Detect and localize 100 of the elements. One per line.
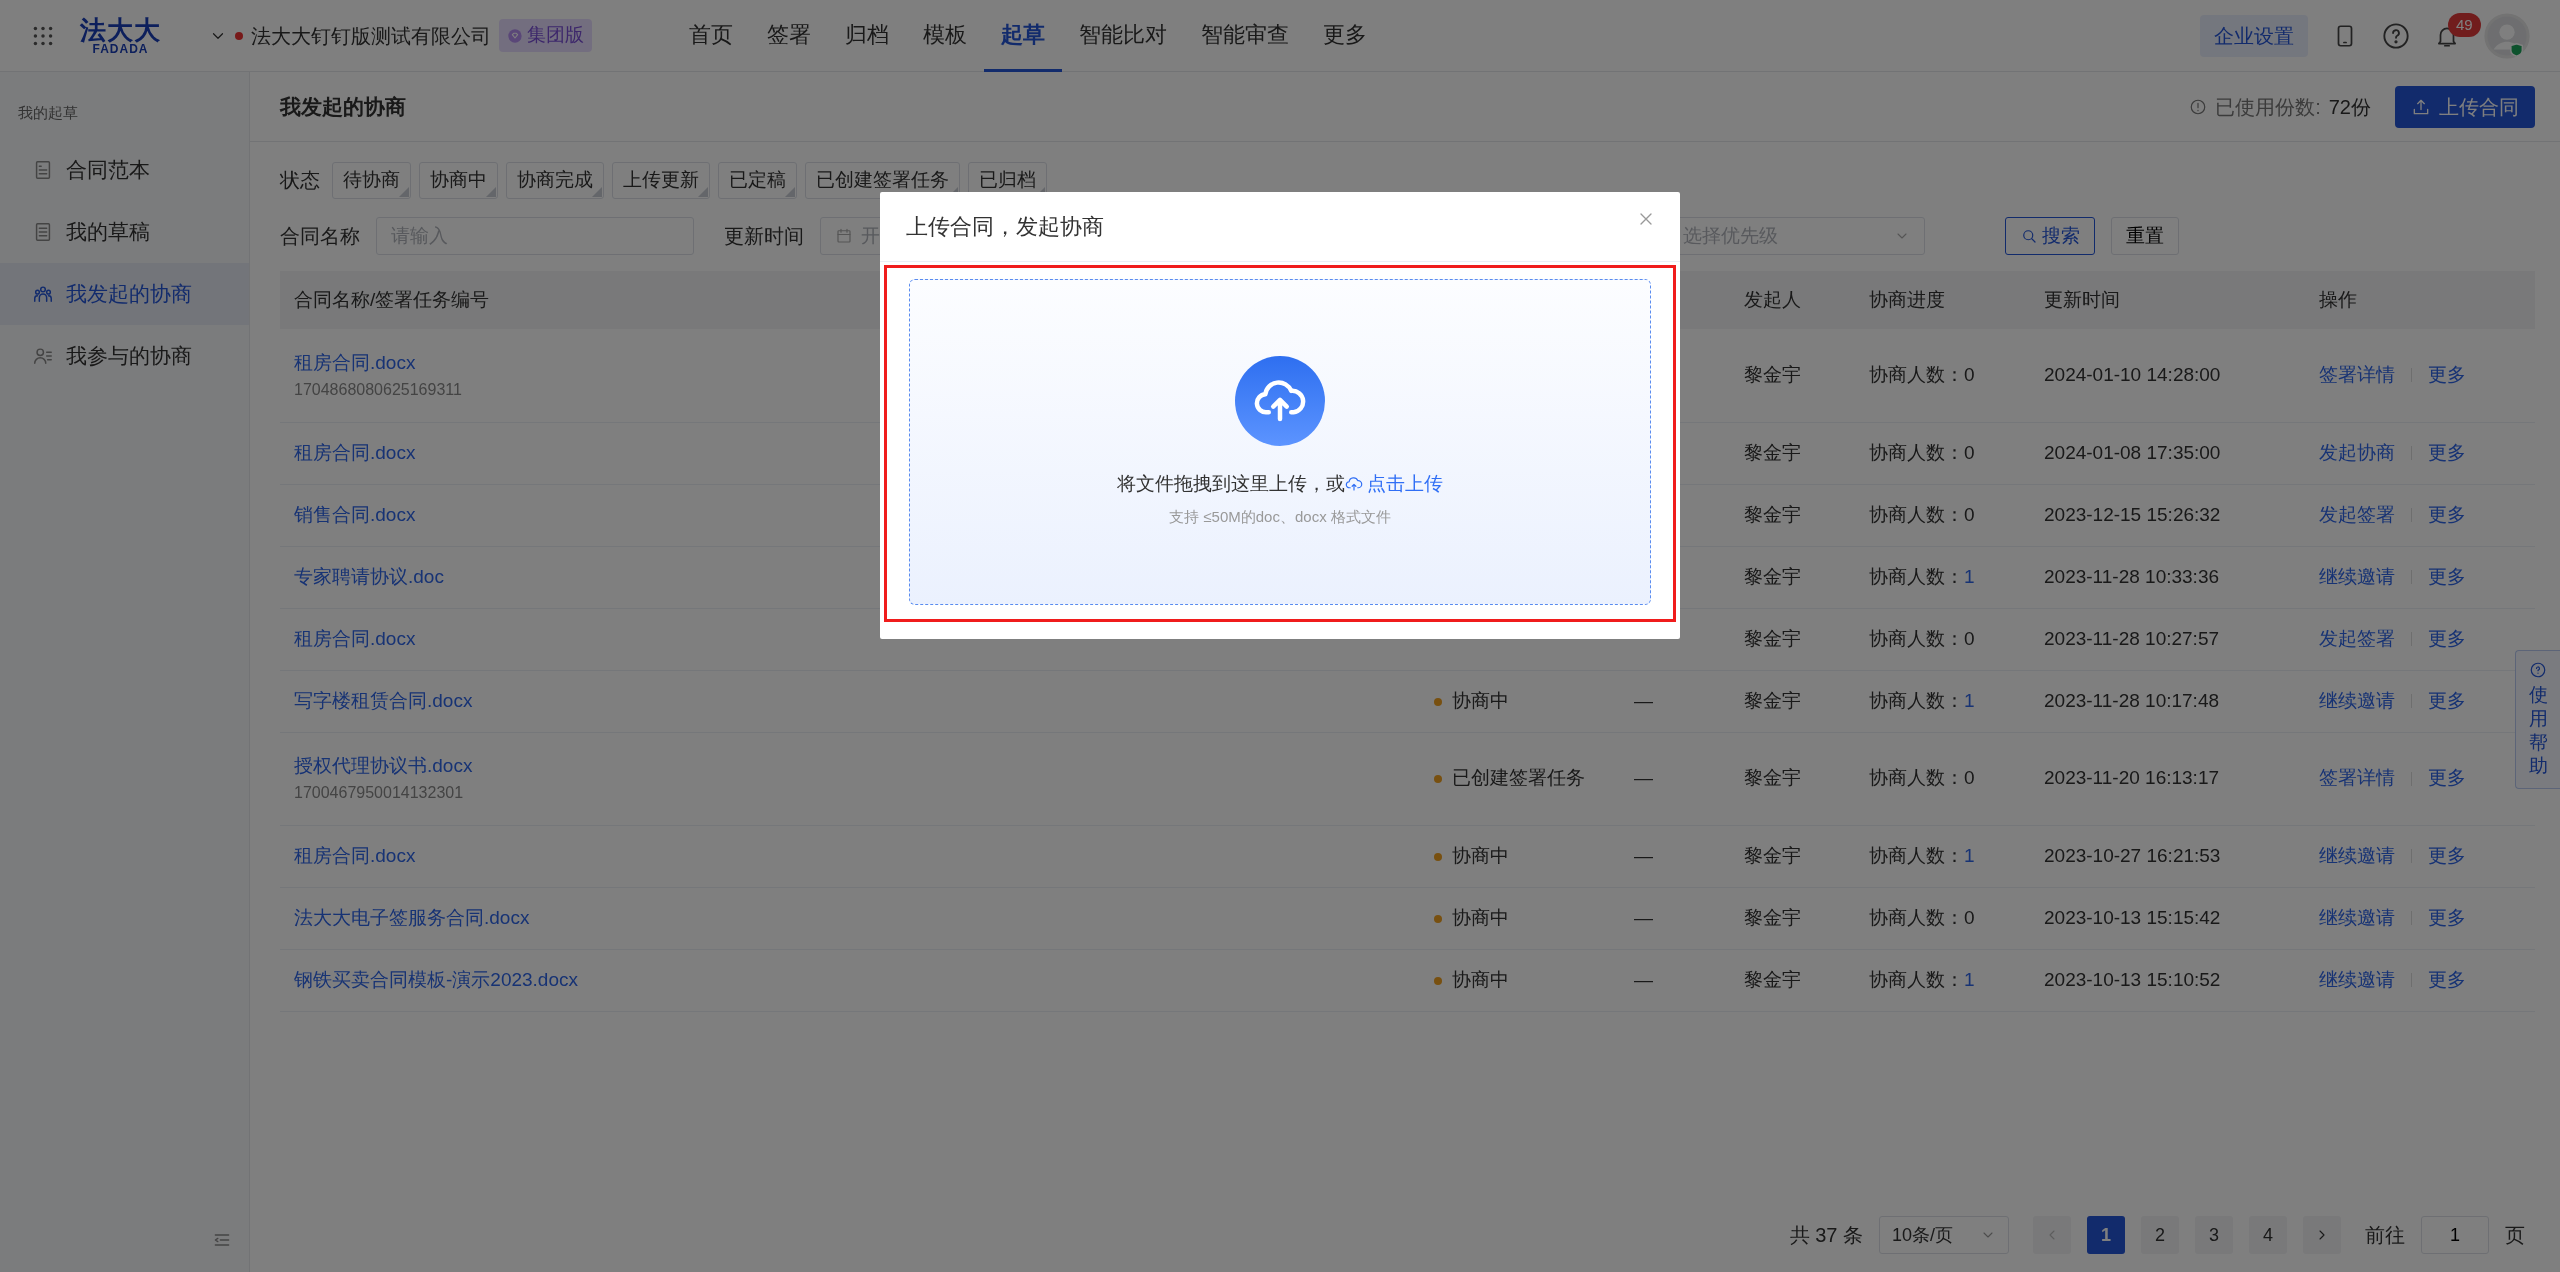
logo-subtext: FADADA <box>92 42 149 55</box>
time-cell: 2023-11-28 10:33:36 <box>2044 565 2220 587</box>
initiator-cell: 黎金宇 <box>1744 503 1801 525</box>
progress-cell: 协商人数：1 <box>1869 689 1975 711</box>
total-count: 共 37 条 <box>1789 1223 1863 1248</box>
company-name[interactable]: 法大大钉钉版测试有限公司 <box>251 20 491 51</box>
reset-button[interactable]: 重置 <box>2111 216 2179 255</box>
action-link[interactable]: 发起签署 <box>2319 500 2395 530</box>
contract-link[interactable]: 租房合同.docx <box>294 841 1406 871</box>
time-cell: 2023-10-27 16:21:53 <box>2044 844 2221 866</box>
nav-tab[interactable]: 首页 <box>672 0 750 72</box>
progress-cell: 协商人数：0 <box>1869 767 1975 789</box>
page-button[interactable]: 4 <box>2249 1216 2287 1254</box>
search-button[interactable]: 搜索 <box>2005 216 2095 255</box>
column-header: 发起人 <box>1744 288 1801 310</box>
column-header: 更新时间 <box>2044 288 2120 310</box>
upload-link[interactable]: 点击上传 <box>1345 469 1443 498</box>
status-text: 协商中 <box>1434 689 1509 711</box>
edition-badge: 集团版 <box>499 19 592 52</box>
contract-link[interactable]: 写字楼租赁合同.docx <box>294 686 1406 716</box>
action-link[interactable]: 继续邀请 <box>2319 903 2395 933</box>
progress-cell: 协商人数：1 <box>1869 844 1975 866</box>
action-link[interactable]: 继续邀请 <box>2319 562 2395 592</box>
time-cell: 2023-10-13 15:15:42 <box>2044 906 2221 928</box>
action-link[interactable]: 签署详情 <box>2319 764 2395 793</box>
page-button[interactable]: 2 <box>2141 1216 2179 1254</box>
nav-tab[interactable]: 智能比对 <box>1062 0 1184 72</box>
page-number-field[interactable]: 1 <box>2421 1216 2489 1254</box>
goto-label: 前往 <box>2365 1223 2405 1248</box>
table-cell: — <box>1634 689 1653 711</box>
page-button[interactable]: 1 <box>2087 1216 2125 1254</box>
task-id: 1704868080625169311 <box>294 379 463 400</box>
column-header: 操作 <box>2319 288 2357 310</box>
nav-tab[interactable]: 归档 <box>828 0 906 72</box>
avatar-icon[interactable] <box>2484 12 2530 59</box>
contract-link[interactable]: 授权代理协议书.docx <box>294 752 1406 781</box>
progress-cell: 协商人数：0 <box>1869 441 1975 463</box>
drop-zone[interactable]: 将文件拖拽到这里上传，或 点击上传 支持 ≤50M的doc、docx 格式文件 <box>909 279 1651 605</box>
action-link[interactable]: 更多 <box>2428 562 2466 592</box>
status-tag[interactable]: 已定稿 <box>718 162 797 199</box>
action-link[interactable]: 更多 <box>2428 686 2466 716</box>
goto-suffix: 页 <box>2505 1223 2525 1248</box>
progress-cell: 协商人数：0 <box>1869 627 1975 649</box>
action-link[interactable]: 签署详情 <box>2319 361 2395 390</box>
task-id: 1700467950014132301 <box>294 782 465 803</box>
table-cell: — <box>1634 968 1653 990</box>
action-link[interactable]: 更多 <box>2428 361 2466 390</box>
contract-link[interactable]: 钢铁买卖合同模板-演示2023.docx <box>294 965 1406 995</box>
action-link[interactable]: 更多 <box>2428 624 2466 654</box>
column-header: 合同名称/签署任务编号 <box>294 288 490 310</box>
action-link[interactable]: 更多 <box>2428 841 2466 871</box>
initiator-cell: 黎金宇 <box>1744 767 1801 789</box>
status-tag[interactable]: 已创建签署任务 <box>805 162 960 199</box>
action-link[interactable]: 更多 <box>2428 500 2466 530</box>
page-button[interactable]: 3 <box>2195 1216 2233 1254</box>
action-link[interactable]: 发起协商 <box>2319 438 2395 468</box>
settings-button[interactable]: 企业设置 <box>2200 14 2308 57</box>
action-link[interactable]: 更多 <box>2428 965 2466 995</box>
time-cell: 2024-01-08 17:35:00 <box>2044 441 2221 463</box>
nav-tab[interactable]: 更多 <box>1306 0 1384 72</box>
action-link[interactable]: 继续邀请 <box>2319 686 2395 716</box>
initiator-cell: 黎金宇 <box>1744 627 1801 649</box>
progress-cell: 协商人数：1 <box>1869 565 1975 587</box>
upload-button[interactable]: 上传合同 <box>2395 85 2535 128</box>
action-link[interactable]: 发起签署 <box>2319 624 2395 654</box>
sidebar-item[interactable]: 我的草稿 <box>0 200 249 263</box>
help-icon <box>2529 661 2547 679</box>
status-tag[interactable]: 上传更新 <box>612 162 710 199</box>
logo-text: 法大大 <box>80 16 161 43</box>
page-size-select[interactable]: 10条/页 <box>1879 1216 2009 1254</box>
nav-tab[interactable]: 智能审查 <box>1184 0 1306 72</box>
nav-tab[interactable]: 签署 <box>750 0 828 72</box>
help-icon[interactable] <box>2382 21 2410 50</box>
progress-cell: 协商人数：0 <box>1869 503 1975 525</box>
nav-tab[interactable]: 起草 <box>984 0 1062 72</box>
action-link[interactable]: 更多 <box>2428 903 2466 933</box>
notification-badge: 49 <box>2448 12 2481 37</box>
table-cell: — <box>1634 767 1653 789</box>
status-tag[interactable]: 协商中 <box>419 162 498 199</box>
action-link[interactable]: 继续邀请 <box>2319 965 2395 995</box>
action-link[interactable]: 更多 <box>2428 438 2466 468</box>
status-tag[interactable]: 协商完成 <box>506 162 604 199</box>
initiator-cell: 黎金宇 <box>1744 906 1801 928</box>
action-link[interactable]: 继续邀请 <box>2319 841 2395 871</box>
initiator-cell: 黎金宇 <box>1744 565 1801 587</box>
table-cell: — <box>1634 844 1653 866</box>
sidebar-item[interactable]: 合同范本 <box>0 138 249 201</box>
dialog-title: 上传合同，发起协商 <box>906 213 1104 241</box>
initiator-cell: 黎金宇 <box>1744 844 1801 866</box>
table-cell: — <box>1634 906 1653 928</box>
contract-link[interactable]: 法大大电子签服务合同.docx <box>294 903 1406 933</box>
action-link[interactable]: 更多 <box>2428 764 2466 793</box>
nav-tab[interactable]: 模板 <box>906 0 984 72</box>
time-cell: 2023-11-20 16:13:17 <box>2044 767 2220 789</box>
sidebar-item[interactable]: 我发起的协商 <box>0 262 249 325</box>
filter-label: 合同名称 <box>280 223 360 249</box>
file-hint: 支持 ≤50M的doc、docx 格式文件 <box>1169 507 1391 527</box>
status-tag[interactable]: 待协商 <box>332 162 411 199</box>
calendar-icon <box>835 226 853 245</box>
help-tab[interactable]: 使用帮助 <box>2515 650 2560 789</box>
